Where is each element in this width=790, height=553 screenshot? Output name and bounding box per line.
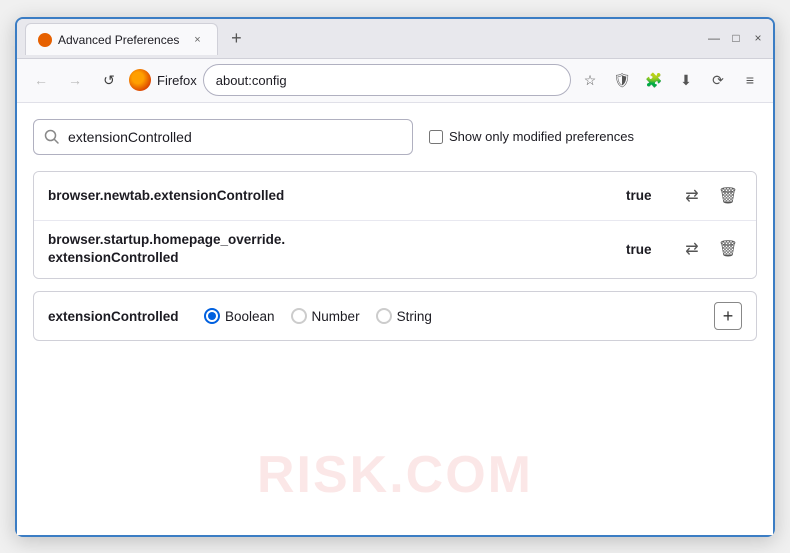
- content-area: RISK.COM Show only modified preferences …: [17, 103, 773, 535]
- show-modified-label: Show only modified preferences: [449, 129, 634, 144]
- url-text: about:config: [216, 73, 287, 88]
- pref-actions-2: ⇄ 🗑: [678, 235, 742, 263]
- window-controls: — □ ×: [707, 31, 765, 45]
- radio-circle-string: [376, 308, 392, 324]
- radio-circle-number: [291, 308, 307, 324]
- watermark: RISK.COM: [257, 445, 533, 505]
- delete-button-1[interactable]: 🗑: [714, 182, 742, 210]
- pref-search-container: [33, 119, 413, 155]
- pref-value-2: true: [626, 242, 666, 257]
- add-preference-button[interactable]: +: [714, 302, 742, 330]
- type-radio-group: Boolean Number String: [204, 308, 698, 324]
- radio-number[interactable]: Number: [291, 308, 360, 324]
- new-preference-row: extensionControlled Boolean Number Strin…: [33, 291, 757, 341]
- firefox-logo: [129, 69, 151, 91]
- tab-favicon: [38, 33, 52, 47]
- firefox-label: Firefox: [157, 73, 197, 88]
- pref-name-2: browser.startup.homepage_override. exten…: [48, 231, 626, 269]
- preferences-table: browser.newtab.extensionControlled true …: [33, 171, 757, 280]
- download-icon[interactable]: ⬇: [673, 67, 699, 93]
- shield-icon[interactable]: 🛡: [609, 67, 635, 93]
- radio-circle-boolean: [204, 308, 220, 324]
- reload-button[interactable]: ↺: [95, 66, 123, 94]
- nav-bar: ← → ↺ Firefox about:config ☆ 🛡 🧩 ⬇ ⟳ ≡: [17, 59, 773, 103]
- delete-button-2[interactable]: 🗑: [714, 235, 742, 263]
- browser-window: Advanced Preferences × + — □ × ← → ↺ Fir…: [15, 17, 775, 537]
- pref-name-1: browser.newtab.extensionControlled: [48, 188, 626, 203]
- swap-button-2[interactable]: ⇄: [678, 235, 706, 263]
- table-row: browser.newtab.extensionControlled true …: [34, 172, 756, 221]
- radio-boolean-label: Boolean: [225, 309, 275, 324]
- maximize-button[interactable]: □: [729, 31, 743, 45]
- pref-value-1: true: [626, 188, 666, 203]
- tab-close-button[interactable]: ×: [189, 32, 205, 48]
- sync-icon[interactable]: ⟳: [705, 67, 731, 93]
- pref-actions-1: ⇄ 🗑: [678, 182, 742, 210]
- pref-name-2-line2: extensionControlled: [48, 250, 179, 265]
- search-input[interactable]: [68, 129, 402, 145]
- show-modified-container: Show only modified preferences: [429, 129, 634, 144]
- forward-button[interactable]: →: [61, 66, 89, 94]
- window-close-button[interactable]: ×: [751, 31, 765, 45]
- extension-icon[interactable]: 🧩: [641, 67, 667, 93]
- minimize-button[interactable]: —: [707, 31, 721, 45]
- show-modified-checkbox[interactable]: [429, 130, 443, 144]
- pref-name-2-line1: browser.startup.homepage_override.: [48, 232, 285, 247]
- search-row: Show only modified preferences: [33, 119, 757, 155]
- url-bar[interactable]: about:config: [203, 64, 571, 96]
- tab-title: Advanced Preferences: [58, 33, 179, 47]
- title-bar: Advanced Preferences × + — □ ×: [17, 19, 773, 59]
- nav-icons: ☆ 🛡 🧩 ⬇ ⟳ ≡: [577, 67, 763, 93]
- table-row: browser.startup.homepage_override. exten…: [34, 221, 756, 279]
- back-button[interactable]: ←: [27, 66, 55, 94]
- new-tab-button[interactable]: +: [222, 24, 250, 52]
- search-icon: [44, 129, 60, 145]
- radio-string[interactable]: String: [376, 308, 432, 324]
- menu-button[interactable]: ≡: [737, 67, 763, 93]
- bookmark-icon[interactable]: ☆: [577, 67, 603, 93]
- radio-boolean[interactable]: Boolean: [204, 308, 275, 324]
- radio-number-label: Number: [312, 309, 360, 324]
- tab-area: Advanced Preferences × +: [25, 22, 707, 54]
- radio-string-label: String: [397, 309, 432, 324]
- active-tab[interactable]: Advanced Preferences ×: [25, 23, 218, 55]
- swap-button-1[interactable]: ⇄: [678, 182, 706, 210]
- new-pref-name: extensionControlled: [48, 309, 188, 324]
